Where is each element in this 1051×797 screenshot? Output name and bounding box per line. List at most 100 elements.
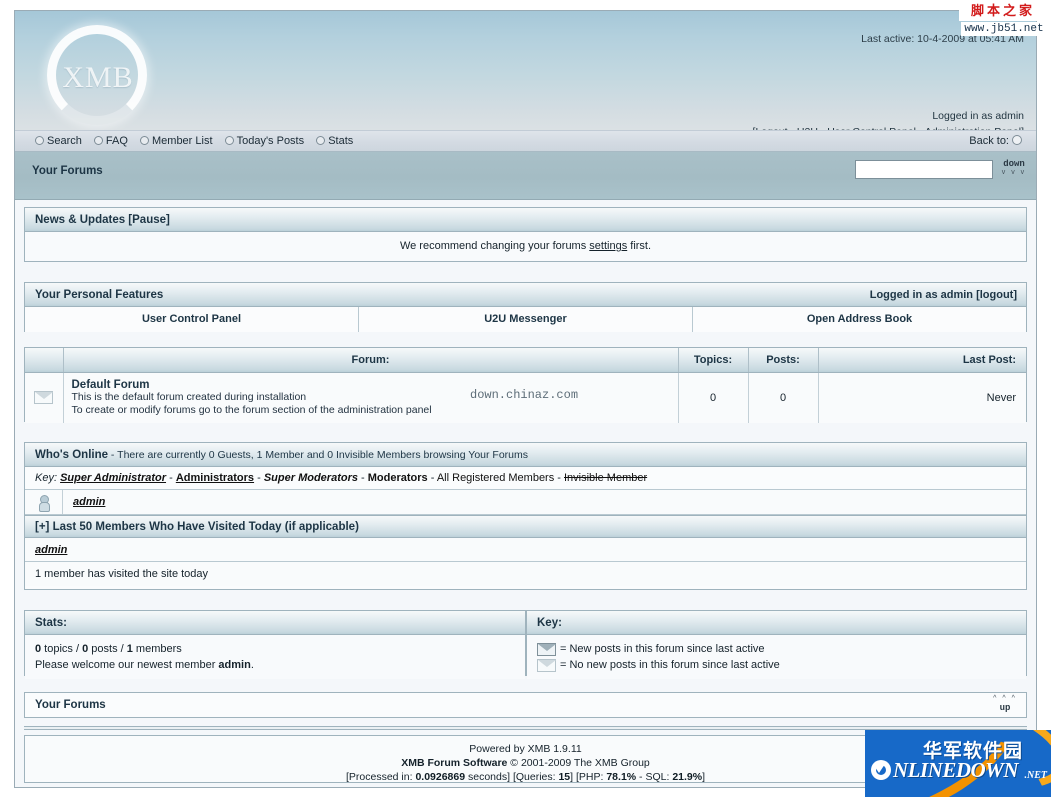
logged-in-as-text: Logged in as admin: [932, 110, 1024, 122]
news-message-before: We recommend changing your forums: [399, 240, 590, 252]
stats-panel: Stats: 0 topics / 0 posts / 1 members Pl…: [24, 610, 526, 679]
user-control-panel-button[interactable]: User Control Panel: [25, 307, 359, 332]
forum-col-posts: Posts:: [748, 348, 819, 373]
visited-today-count: 1 member has visited the site today: [25, 562, 1026, 586]
nav-item-search[interactable]: Search: [35, 135, 82, 147]
bottom-forum-bar: Your Forums ^ ^ ^ up: [24, 692, 1027, 718]
role-all-registered-members: All Registered Members: [436, 472, 555, 484]
chevron-down-icon: v v v: [1001, 169, 1027, 176]
page-title: Your Forums: [32, 165, 103, 177]
table-row[interactable]: Default Forum This is the default forum …: [25, 372, 1026, 423]
forum-desc-line-1: This is the default forum created during…: [71, 390, 307, 403]
forum-status-cell: [25, 372, 64, 423]
online-member-names[interactable]: admin: [63, 496, 105, 508]
forum-table: Forum: Topics: Posts: Last Post: Default…: [25, 348, 1026, 423]
role-super-moderators: Super Moderators: [263, 472, 358, 484]
whos-online-body: Key: Super Administrator - Administrator…: [25, 467, 1026, 586]
key-new-posts-line: = New posts in this forum since last act…: [537, 641, 1016, 657]
footer-queries: 15: [558, 771, 571, 783]
nav-item-stats[interactable]: Stats: [316, 135, 353, 147]
go-up-button[interactable]: ^ ^ ^ up: [990, 695, 1020, 717]
footer-software-name[interactable]: XMB Forum Software: [401, 757, 507, 769]
news-settings-link[interactable]: settings: [589, 240, 627, 252]
stats-topics: 0: [35, 643, 42, 655]
personal-features-body: User Control Panel U2U Messenger Open Ad…: [25, 307, 1026, 332]
role-moderators: Moderators: [367, 472, 428, 484]
key-no-new-posts-line: = No new posts in this forum since last …: [537, 657, 1016, 673]
role-invisible-member: Invisible Member: [564, 472, 648, 484]
stats-panel-header: Stats:: [25, 611, 525, 635]
member-list-placeholder-icon: [140, 136, 149, 145]
member-person-icon: [39, 494, 50, 512]
stats-posts: 0: [82, 643, 89, 655]
key-panel: Key: = New posts in this forum since las…: [526, 610, 1027, 679]
personal-features-logged-in[interactable]: Logged in as admin [logout]: [870, 283, 1017, 307]
go-down-button[interactable]: down v v v: [1000, 159, 1028, 181]
key-panel-body: = New posts in this forum since last act…: [527, 635, 1026, 679]
footer-powered-by: Powered by XMB 1.9.11: [469, 743, 582, 755]
visited-member-admin-link[interactable]: admin: [35, 544, 67, 556]
nav-label-stats[interactable]: Stats: [328, 135, 353, 147]
visited-today-names[interactable]: admin: [25, 538, 1026, 562]
forum-page: XMB Last active: 10-4-2009 at 05:41 AM L…: [0, 0, 1051, 797]
stats-panel-body: 0 topics / 0 posts / 1 members Please we…: [25, 635, 525, 679]
back-to-selector[interactable]: Back to:: [969, 135, 1022, 147]
role-administrators: Administrators: [175, 472, 255, 484]
online-member-admin-link[interactable]: admin: [73, 496, 105, 508]
logo-text: XMB: [62, 61, 134, 94]
newest-member-name[interactable]: admin: [218, 659, 250, 671]
last-active-text: Last active: 10-4-2009 at 05:41 AM: [861, 33, 1024, 45]
nav-item-faq[interactable]: FAQ: [93, 135, 128, 147]
footer-copyright: XMB Forum Software © 2001-2009 The XMB G…: [401, 757, 650, 769]
nav-item-member-list[interactable]: Member List: [140, 135, 213, 147]
go-up-label: up: [999, 703, 1011, 713]
nav-label-faq[interactable]: FAQ: [106, 135, 128, 147]
key-new-posts-text: = New posts in this forum since last act…: [560, 643, 765, 655]
online-members-row: admin: [25, 490, 1026, 515]
nav-links: Search FAQ Member List Today's Posts Sta…: [35, 135, 362, 147]
personal-features-panel: Your Personal Features Logged in as admi…: [24, 282, 1027, 332]
role-super-administrator: Super Administrator: [60, 472, 167, 484]
chevron-up-icon: ^ ^ ^: [993, 695, 1017, 702]
nav-label-todays-posts[interactable]: Today's Posts: [237, 135, 305, 147]
personal-features-header: Your Personal Features Logged in as admi…: [25, 283, 1026, 307]
forum-name[interactable]: Default Forum: [72, 379, 670, 391]
whos-online-header: Who's Online - There are currently 0 Gue…: [25, 443, 1026, 467]
news-message-after: first.: [627, 240, 652, 252]
no-new-posts-envelope-icon: [537, 658, 556, 672]
search-input-wrapper[interactable]: [855, 160, 993, 179]
new-posts-envelope-icon: [537, 642, 556, 656]
nav-label-search[interactable]: Search: [47, 135, 82, 147]
faq-placeholder-icon: [93, 136, 103, 145]
news-updates-panel: News & Updates [Pause] We recommend chan…: [24, 207, 1027, 262]
news-panel-body: We recommend changing your forums settin…: [25, 232, 1026, 261]
nav-item-todays-posts[interactable]: Today's Posts: [224, 135, 305, 147]
forum-col-topics: Topics:: [678, 348, 749, 373]
search-input[interactable]: [856, 161, 992, 178]
open-address-book-button[interactable]: Open Address Book: [693, 307, 1026, 332]
key-no-new-posts-text: = No new posts in this forum since last …: [560, 659, 780, 671]
forum-col-icon: [25, 348, 64, 373]
forum-col-last-post: Last Post:: [818, 348, 1026, 373]
forum-posts-count: 0: [748, 372, 819, 423]
news-panel-header[interactable]: News & Updates [Pause]: [25, 208, 1026, 232]
whos-online-panel: Who's Online - There are currently 0 Gue…: [24, 442, 1027, 590]
stats-members: 1: [126, 643, 133, 655]
personal-features-title: Your Personal Features: [35, 289, 164, 301]
forum-desc-line-2: To create or modify forums go to the for…: [71, 403, 432, 416]
online-member-icon-cell: [25, 490, 63, 514]
forum-info-cell: Default Forum This is the default forum …: [63, 372, 679, 423]
last-50-members-header[interactable]: [+] Last 50 Members Who Have Visited Tod…: [25, 515, 1026, 538]
site-header: XMB Last active: 10-4-2009 at 05:41 AM L…: [15, 11, 1036, 130]
forum-list-table: Forum: Topics: Posts: Last Post: Default…: [24, 347, 1027, 423]
site-logo[interactable]: XMB: [33, 17, 171, 129]
u2u-messenger-button[interactable]: U2U Messenger: [359, 307, 693, 332]
nav-label-member-list[interactable]: Member List: [152, 135, 213, 147]
bottom-divider: [24, 726, 1027, 730]
no-new-posts-envelope-icon: [34, 391, 54, 404]
footer-stats: [Processed in: 0.0926869 seconds] [Queri…: [345, 771, 706, 783]
go-down-label: down: [1003, 159, 1025, 169]
page-footer: Powered by XMB 1.9.11 XMB Forum Software…: [24, 735, 1027, 783]
key-panel-header: Key:: [527, 611, 1026, 635]
forum-topics-count: 0: [678, 372, 749, 423]
